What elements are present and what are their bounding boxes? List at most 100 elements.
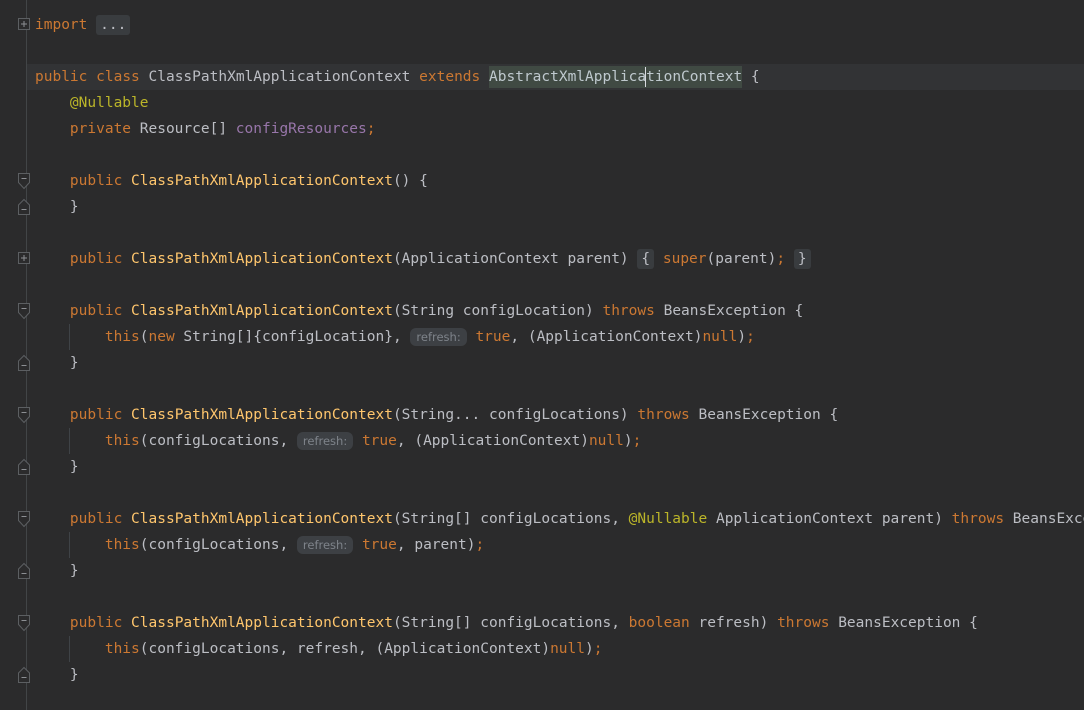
code-token: ; — [475, 537, 484, 553]
code-token: import — [35, 17, 87, 33]
code-token — [35, 303, 70, 319]
code-token: throws — [952, 511, 1004, 527]
code-token: ; — [367, 121, 376, 137]
code-line[interactable] — [0, 376, 1084, 402]
code-token: public — [70, 303, 122, 319]
code-token: configResources — [236, 121, 367, 137]
code-token: BeansException { — [655, 303, 803, 319]
code-line[interactable]: } — [0, 350, 1084, 376]
folded-region-chip[interactable]: } — [794, 249, 811, 269]
code-token — [785, 251, 794, 267]
code-token: () { — [393, 173, 428, 189]
fold-collapse-end-icon[interactable] — [17, 198, 31, 216]
code-token — [353, 433, 362, 449]
code-line[interactable] — [0, 688, 1084, 710]
code-token — [87, 69, 96, 85]
code-line[interactable]: } — [0, 558, 1084, 584]
code-token: { — [742, 69, 759, 85]
code-line[interactable]: public ClassPathXmlApplicationContext() … — [0, 168, 1084, 194]
fold-expand-icon[interactable] — [17, 16, 31, 34]
code-token: (configLocations, — [140, 537, 297, 553]
code-line[interactable] — [0, 480, 1084, 506]
code-token: (String... configLocations) — [393, 407, 637, 423]
code-token: this — [105, 537, 140, 553]
fold-collapse-start-icon[interactable] — [17, 510, 31, 528]
code-token: this — [105, 641, 140, 657]
code-line[interactable] — [0, 272, 1084, 298]
code-token — [654, 251, 663, 267]
parameter-hint-chip: refresh: — [297, 432, 353, 450]
code-token: throws — [777, 615, 829, 631]
code-line[interactable]: this(configLocations, refresh, (Applicat… — [0, 636, 1084, 662]
fold-collapse-start-icon[interactable] — [17, 302, 31, 320]
code-token: String[]{configLocation}, — [175, 329, 411, 345]
code-token — [122, 173, 131, 189]
code-token — [122, 251, 131, 267]
code-line[interactable]: public ClassPathXmlApplicationContext(Ap… — [0, 246, 1084, 272]
code-token — [122, 407, 131, 423]
code-token: private — [70, 121, 131, 137]
code-line[interactable]: private Resource[] configResources; — [0, 116, 1084, 142]
code-token: ApplicationContext parent) — [707, 511, 951, 527]
fold-collapse-end-icon[interactable] — [17, 666, 31, 684]
code-token: } — [35, 355, 79, 371]
code-line[interactable]: @Nullable — [0, 90, 1084, 116]
fold-collapse-end-icon[interactable] — [17, 562, 31, 580]
code-line[interactable]: public ClassPathXmlApplicationContext(St… — [0, 298, 1084, 324]
code-token: null — [702, 329, 737, 345]
code-token: ) — [624, 433, 633, 449]
code-line[interactable] — [0, 38, 1084, 64]
fold-expand-icon[interactable] — [17, 250, 31, 268]
code-line[interactable]: this(new String[]{configLocation}, refre… — [0, 324, 1084, 350]
code-token: public — [70, 407, 122, 423]
code-token: null — [550, 641, 585, 657]
code-token: ClassPathXmlApplicationContext — [131, 615, 393, 631]
code-token: BeansException { — [690, 407, 838, 423]
code-token — [467, 329, 476, 345]
code-token: (parent) — [707, 251, 777, 267]
folded-region-chip[interactable]: ... — [96, 15, 130, 35]
code-line[interactable]: this(configLocations, refresh: true, (Ap… — [0, 428, 1084, 454]
code-token: BeansException { — [1004, 511, 1084, 527]
folded-region-chip[interactable]: { — [637, 249, 654, 269]
code-token: (configLocations, — [140, 433, 297, 449]
code-token: } — [35, 563, 79, 579]
code-line[interactable]: } — [0, 194, 1084, 220]
code-token: class — [96, 69, 140, 85]
code-token: , (ApplicationContext) — [510, 329, 702, 345]
code-line[interactable]: this(configLocations, refresh: true, par… — [0, 532, 1084, 558]
code-line[interactable]: public class ClassPathXmlApplicationCont… — [27, 64, 1084, 90]
code-line[interactable]: } — [0, 454, 1084, 480]
code-line[interactable] — [0, 220, 1084, 246]
code-token: ClassPathXmlApplicationContext — [131, 407, 393, 423]
code-token — [35, 329, 105, 345]
code-token — [35, 433, 105, 449]
parameter-hint-chip: refresh: — [410, 328, 466, 346]
fold-collapse-end-icon[interactable] — [17, 458, 31, 476]
code-token: tionContext — [646, 66, 742, 88]
fold-collapse-start-icon[interactable] — [17, 172, 31, 190]
code-line[interactable]: public ClassPathXmlApplicationContext(St… — [0, 506, 1084, 532]
code-token: public — [70, 251, 122, 267]
code-token: ; — [746, 329, 755, 345]
code-line[interactable]: public ClassPathXmlApplicationContext(St… — [0, 610, 1084, 636]
code-token: boolean — [629, 615, 690, 631]
code-token: , (ApplicationContext) — [397, 433, 589, 449]
code-token: (configLocations, refresh, (ApplicationC… — [140, 641, 550, 657]
code-token: true — [475, 329, 510, 345]
fold-collapse-start-icon[interactable] — [17, 406, 31, 424]
fold-collapse-start-icon[interactable] — [17, 614, 31, 632]
code-token: null — [589, 433, 624, 449]
fold-collapse-end-icon[interactable] — [17, 354, 31, 372]
code-line[interactable]: import ... — [0, 12, 1084, 38]
code-token — [35, 173, 70, 189]
editor-gutter — [0, 0, 34, 710]
code-line[interactable] — [0, 142, 1084, 168]
code-token: public — [70, 615, 122, 631]
code-line[interactable]: public ClassPathXmlApplicationContext(St… — [0, 402, 1084, 428]
code-token: AbstractXmlApplica — [489, 66, 646, 88]
editor-lines: import ... public class ClassPathXmlAppli… — [0, 0, 1084, 710]
code-line[interactable]: } — [0, 662, 1084, 688]
code-token: new — [149, 329, 175, 345]
code-line[interactable] — [0, 584, 1084, 610]
